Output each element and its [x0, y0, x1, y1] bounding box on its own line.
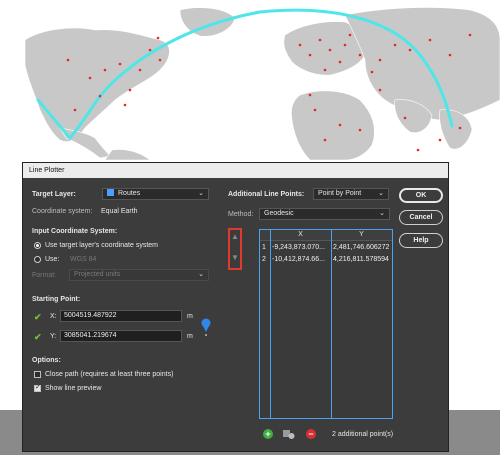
method-label: Method:	[228, 211, 254, 218]
format-value: Projected units	[74, 271, 121, 278]
column-divider	[270, 230, 271, 418]
help-button[interactable]: Help	[399, 233, 443, 248]
y-valid-check-icon: ✔	[34, 332, 42, 342]
africa-land	[291, 90, 375, 160]
x-valid-check-icon: ✔	[34, 312, 42, 322]
x-input[interactable]: 5004519.487922	[60, 310, 182, 322]
starting-point-heading: Starting Point:	[32, 296, 81, 303]
world-map	[24, 7, 500, 160]
points-count-status: 2 additional point(s)	[332, 431, 394, 438]
row-y-cell[interactable]: 4,216,811.578594	[333, 254, 393, 265]
north-america-land	[24, 27, 170, 142]
use-cs-radio[interactable]	[34, 256, 41, 263]
row-x-cell[interactable]: -9,243,873.070...	[272, 242, 330, 253]
row-index: 2	[262, 256, 266, 263]
move-up-icon[interactable]: ▲	[231, 232, 239, 241]
x-label: X:	[50, 313, 57, 320]
format-dropdown[interactable]: Projected units ⌄	[69, 269, 209, 281]
row-index: 1	[262, 244, 266, 251]
method-dropdown[interactable]: Geodesic ⌄	[259, 208, 390, 220]
asia-land	[344, 7, 500, 121]
chevron-down-icon: ⌄	[379, 210, 385, 217]
x-unit: m	[187, 313, 193, 320]
input-cs-heading: Input Coordinate System:	[32, 228, 118, 235]
index-column-header	[260, 230, 270, 241]
central-america-land	[59, 127, 111, 159]
chevron-down-icon: ⌄	[198, 271, 204, 278]
edit-points-icon[interactable]	[283, 429, 295, 440]
use-cs-value: WGS 84	[70, 256, 97, 263]
move-down-icon[interactable]: ▼	[231, 253, 239, 262]
column-divider	[331, 230, 332, 418]
options-heading: Options:	[32, 357, 61, 364]
x-column-header[interactable]: X	[270, 230, 331, 241]
points-table[interactable]: X Y 1 -9,243,873.070... 2,481,746.606272…	[259, 229, 393, 419]
target-layer-dropdown[interactable]: Routes ⌄	[102, 188, 209, 200]
show-preview-label[interactable]: Show line preview	[45, 385, 101, 392]
dialog-title[interactable]: Line Plotter	[23, 163, 448, 178]
y-input[interactable]: 3085041.219674	[60, 330, 182, 342]
target-layer-label: Target Layer:	[32, 191, 76, 198]
coordinate-system-value: Equal Earth	[101, 208, 138, 215]
use-cs-label[interactable]: Use:	[45, 256, 59, 263]
layer-icon	[107, 189, 114, 196]
y-label: Y:	[50, 333, 57, 340]
location-pin-icon[interactable]	[200, 317, 212, 337]
row-y-cell[interactable]: 2,481,746.606272	[333, 242, 393, 253]
reorder-buttons-group: ▲ ▼	[228, 228, 242, 270]
south-america-land	[104, 149, 151, 160]
ok-button[interactable]: OK	[399, 188, 443, 203]
target-layer-value: Routes	[118, 190, 141, 197]
cancel-button[interactable]: Cancel	[399, 210, 443, 225]
close-path-checkbox[interactable]	[34, 371, 41, 378]
additional-points-label: Additional Line Points:	[228, 191, 305, 198]
plus-icon[interactable]: +	[263, 429, 273, 439]
row-x-cell[interactable]: -10,412,874.66...	[272, 254, 330, 265]
y-unit: m	[187, 333, 193, 340]
show-preview-checkbox[interactable]	[34, 383, 41, 392]
method-value: Geodesic	[264, 210, 294, 217]
map-view[interactable]	[0, 0, 500, 160]
coordinate-system-label: Coordinate system:	[32, 208, 93, 215]
chevron-down-icon: ⌄	[378, 190, 384, 197]
use-target-cs-label[interactable]: Use target layer's coordinate system	[45, 242, 158, 249]
format-label: Format:	[32, 272, 57, 279]
line-plotter-dialog: Line Plotter Target Layer: Routes ⌄ Coor…	[22, 162, 449, 452]
point-mode-value: Point by Point	[318, 190, 362, 197]
chevron-down-icon: ⌄	[198, 190, 204, 197]
point-mode-dropdown[interactable]: Point by Point ⌄	[313, 188, 389, 200]
close-path-label[interactable]: Close path (requires at least three poin…	[45, 371, 173, 378]
y-column-header[interactable]: Y	[331, 230, 392, 241]
india-land	[439, 109, 473, 150]
minus-icon[interactable]: −	[306, 429, 316, 439]
use-target-cs-radio[interactable]	[34, 242, 41, 249]
